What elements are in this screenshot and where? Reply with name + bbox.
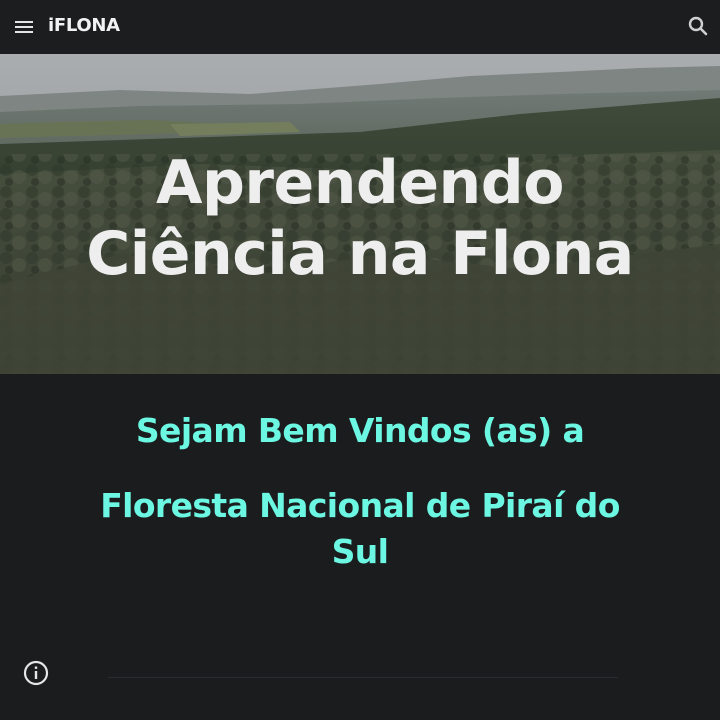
hero-title-line-1: Aprendendo <box>156 148 564 218</box>
park-name-line-1: Floresta Nacional de Piraí do <box>100 486 620 525</box>
divider <box>108 677 618 678</box>
info-icon <box>23 660 49 686</box>
park-name-line-2: Sul <box>331 532 389 571</box>
park-name-heading: Floresta Nacional de Piraí do Sul <box>0 483 720 575</box>
welcome-heading: Sejam Bem Vindos (as) a <box>135 411 585 450</box>
site-title[interactable]: iFLONA <box>48 15 120 36</box>
search-icon <box>688 16 708 36</box>
menu-button[interactable] <box>8 11 40 43</box>
hero-title-line-2: Ciência na Flona <box>86 219 634 289</box>
info-button[interactable] <box>22 659 50 687</box>
search-button[interactable] <box>682 10 714 44</box>
top-app-bar: iFLONA <box>0 0 720 54</box>
hero-banner: Aprendendo Ciência na Flona <box>0 54 720 374</box>
hero-title: Aprendendo Ciência na Flona <box>0 148 720 290</box>
